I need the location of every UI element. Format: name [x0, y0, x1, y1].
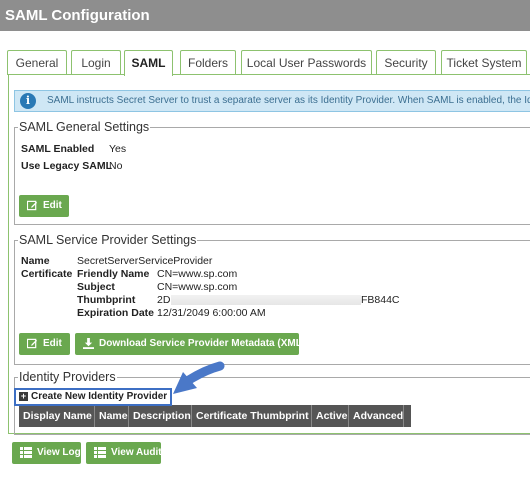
saml-general-settings-section: SAML General Settings SAML Enabled Yes U… [14, 120, 530, 225]
column-advanced[interactable]: Advanced [349, 405, 404, 427]
thumbprint-value-end: FB844C [361, 294, 400, 306]
friendly-name-value: CN=www.sp.com [157, 268, 238, 280]
friendly-name-label: Friendly Name [77, 268, 150, 280]
tab-general[interactable]: General [7, 50, 67, 75]
identity-providers-table-header: Display Name Name Description Certificat… [19, 405, 411, 427]
section-legend: Identity Providers [18, 370, 117, 385]
page-title: SAML Configuration [5, 7, 150, 24]
pencil-square-icon [27, 338, 38, 349]
name-label: Name [21, 255, 50, 267]
info-text: SAML instructs Secret Server to trust a … [47, 95, 530, 106]
subject-label: Subject [77, 281, 115, 293]
section-legend: SAML Service Provider Settings [18, 233, 198, 248]
view-log-button[interactable]: View Log [12, 442, 81, 464]
tab-bar: General Login SAML Folders Local User Pa… [0, 50, 530, 76]
name-value: SecretServerServiceProvider [77, 255, 213, 267]
thumbprint-label: Thumbprint [77, 294, 136, 306]
saml-service-provider-section: SAML Service Provider Settings Name Secr… [14, 233, 530, 365]
tab-security[interactable]: Security [376, 50, 436, 75]
sp-edit-button[interactable]: Edit [19, 333, 70, 355]
expiration-date-value: 12/31/2049 6:00:00 AM [157, 307, 266, 319]
certificate-label: Certificate [21, 268, 73, 280]
saml-enabled-label: SAML Enabled [21, 143, 95, 155]
expiration-date-label: Expiration Date [77, 307, 155, 319]
use-legacy-saml-label: Use Legacy SAML [21, 160, 113, 172]
column-active[interactable]: Active [312, 405, 349, 427]
subject-value: CN=www.sp.com [157, 281, 238, 293]
list-icon [20, 446, 32, 458]
section-legend: SAML General Settings [18, 120, 151, 135]
page-header: SAML Configuration [0, 0, 530, 31]
use-legacy-saml-value: No [109, 160, 123, 172]
pencil-square-icon [27, 200, 38, 211]
create-new-identity-provider-link[interactable]: + Create New Identity Provider [14, 388, 172, 406]
list-icon [94, 446, 106, 458]
download-icon [83, 337, 94, 349]
tab-ticket-system[interactable]: Ticket System [441, 50, 527, 75]
download-metadata-button[interactable]: Download Service Provider Metadata (XML) [75, 333, 305, 355]
view-audit-button[interactable]: View Audit [86, 442, 162, 464]
tab-saml[interactable]: SAML [124, 50, 173, 76]
info-banner: i SAML instructs Secret Server to trust … [14, 90, 530, 112]
general-edit-button[interactable]: Edit [19, 195, 69, 217]
tab-local-user-passwords[interactable]: Local User Passwords [241, 50, 372, 75]
column-display-name[interactable]: Display Name [19, 405, 95, 427]
pointer-arrow-icon [173, 361, 225, 394]
redacted-thumbprint [171, 295, 361, 305]
column-description[interactable]: Description [129, 405, 192, 427]
column-certificate-thumbprint[interactable]: Certificate Thumbprint [192, 405, 312, 427]
saml-enabled-value: Yes [109, 143, 127, 155]
column-name[interactable]: Name [95, 405, 129, 427]
tab-login[interactable]: Login [71, 50, 121, 75]
tab-folders[interactable]: Folders [180, 50, 236, 75]
info-icon: i [20, 93, 36, 109]
plus-square-icon: + [19, 391, 28, 401]
thumbprint-value-start: 2D [157, 294, 171, 306]
